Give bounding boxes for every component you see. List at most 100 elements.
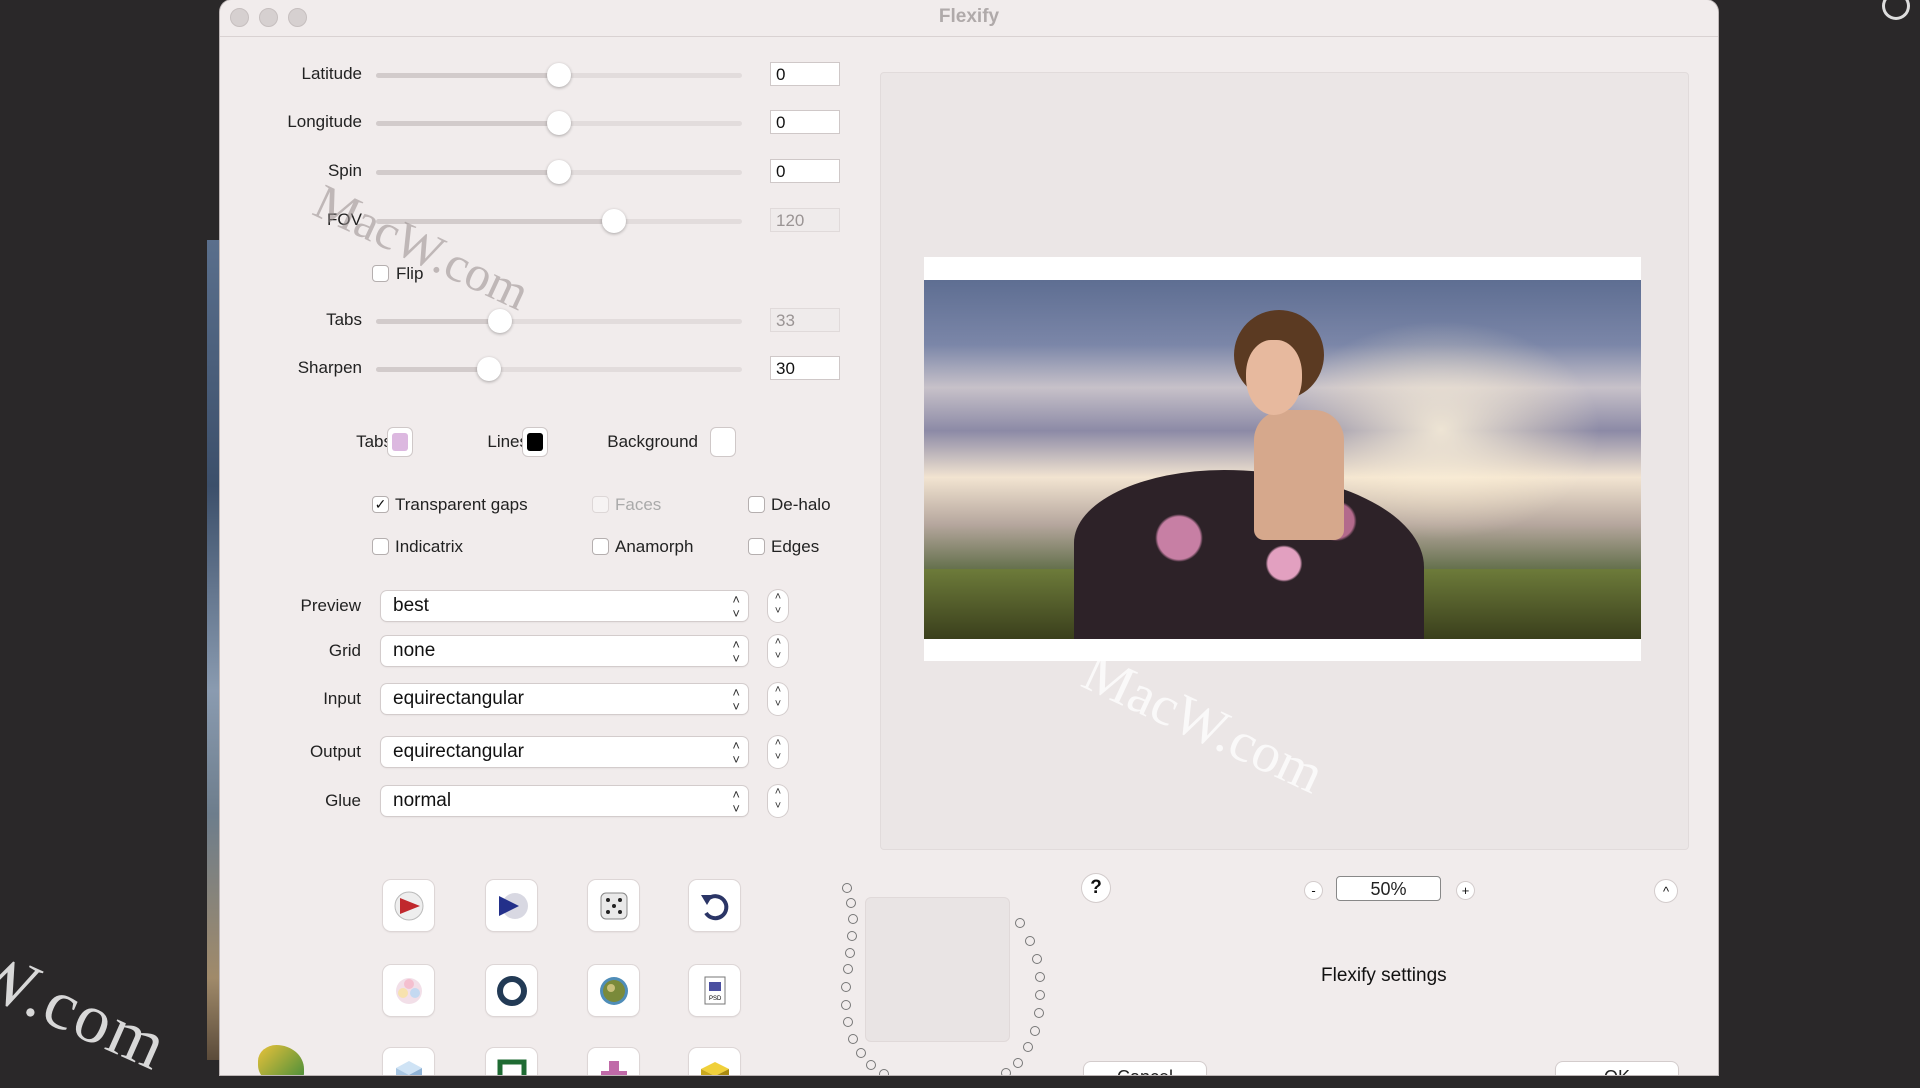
red-play-arrow-icon[interactable]	[383, 880, 434, 931]
arc-dot	[1034, 1008, 1044, 1018]
grid-stepper[interactable]: ˄ ˅	[768, 635, 788, 667]
collapse-button[interactable]: ^	[1655, 880, 1677, 902]
lines-color-swatch	[527, 433, 543, 451]
chevron-updown-icon: ˄ ˅	[732, 637, 740, 666]
de-halo-checkbox[interactable]	[748, 496, 765, 513]
faces-checkbox	[592, 496, 609, 513]
output-select-value: equirectangular	[393, 741, 524, 762]
longitude-label: Longitude	[287, 112, 362, 131]
lines-color-label: Lines	[487, 432, 528, 451]
output-select[interactable]: equirectangular ˄ ˅	[381, 737, 748, 767]
spin-slider[interactable]	[376, 160, 742, 184]
background-color-label: Background	[607, 432, 698, 451]
controls-watermark: MacW.com	[305, 172, 539, 321]
undo-arrow-icon[interactable]	[689, 880, 740, 931]
cancel-button[interactable]: Cancel	[1084, 1062, 1206, 1075]
title-bar: Flexify	[220, 0, 1718, 37]
flexify-window: Flexify Latitude 0 Longitude 0 Spin 0 FOV 120 Ta…	[220, 0, 1718, 1075]
indicatrix-checkbox[interactable]	[372, 538, 389, 555]
blue-play-disc-icon[interactable]	[486, 880, 537, 931]
indicatrix-label: Indicatrix	[395, 537, 464, 556]
arc-dot	[841, 1000, 851, 1010]
tabs-slider[interactable]	[376, 309, 742, 333]
tabs-color-well[interactable]	[388, 428, 412, 456]
edges-checkbox[interactable]	[748, 538, 765, 555]
arc-dot	[843, 1017, 853, 1027]
ring-icon[interactable]	[486, 965, 537, 1016]
arc-dot	[841, 982, 851, 992]
spin-label: Spin	[327, 161, 362, 180]
zoom-in-button[interactable]: +	[1457, 882, 1474, 899]
anamorph-checkbox[interactable]	[592, 538, 609, 555]
yellow-brick-icon[interactable]	[689, 1048, 740, 1075]
arc-dot	[1032, 954, 1042, 964]
zoom-out-button[interactable]: -	[1305, 882, 1322, 899]
fov-slider-knob[interactable]	[601, 209, 626, 233]
chevron-updown-icon: ˄ ˅	[732, 685, 740, 714]
input-stepper[interactable]: ˄ ˅	[768, 683, 788, 715]
green-frame-icon[interactable]	[486, 1048, 537, 1075]
arc-dot	[1030, 1026, 1040, 1036]
glue-select[interactable]: normal ˄ ˅	[381, 786, 748, 816]
globe-planet-icon[interactable]	[588, 965, 639, 1016]
preview-image	[924, 280, 1641, 639]
lines-color-well[interactable]	[523, 428, 547, 456]
psd-file-icon[interactable]: PSD	[689, 965, 740, 1016]
dice-icon[interactable]	[588, 880, 639, 931]
spin-value-field[interactable]: 0	[770, 159, 840, 183]
fov-label: FOV	[327, 210, 362, 229]
transparent-gaps-checkbox[interactable]: ✓	[372, 496, 389, 513]
pink-puzzle-icon[interactable]	[588, 1048, 639, 1075]
grid-select-value: none	[393, 640, 436, 661]
output-stepper[interactable]: ˄ ˅	[768, 736, 788, 768]
arc-dot	[845, 948, 855, 958]
navigator-thumbnail[interactable]	[865, 897, 1010, 1042]
preview-stepper[interactable]: ˄ ˅	[768, 590, 788, 622]
arc-dot	[848, 914, 858, 924]
input-label: Input	[323, 689, 361, 708]
background-photo-edge	[207, 240, 221, 1060]
arc-dot	[1035, 990, 1045, 1000]
de-halo-label: De-halo	[771, 495, 831, 514]
color-wheel-icon[interactable]	[383, 965, 434, 1016]
latitude-value-field[interactable]: 0	[770, 62, 840, 86]
preview-label: Preview	[300, 596, 361, 615]
arc-dot	[1023, 1042, 1033, 1052]
preview-select-value: best	[393, 595, 429, 616]
background-color-well[interactable]	[711, 428, 735, 456]
sharpen-value-field[interactable]: 30	[770, 356, 840, 380]
fov-slider[interactable]	[376, 209, 742, 233]
arc-dot	[1025, 936, 1035, 946]
latitude-slider[interactable]	[376, 63, 742, 87]
glue-select-value: normal	[393, 790, 452, 811]
latitude-slider-knob[interactable]	[547, 63, 571, 87]
tabs-color-swatch	[392, 433, 408, 451]
transparent-gaps-label: Transparent gaps	[395, 495, 528, 514]
longitude-value-field[interactable]: 0	[770, 110, 840, 134]
input-select[interactable]: equirectangular ˄ ˅	[381, 684, 748, 714]
flip-checkbox[interactable]	[372, 265, 389, 282]
longitude-slider[interactable]	[376, 111, 742, 135]
arc-dot	[1035, 972, 1045, 982]
tabs-color-label: Tabs	[356, 432, 392, 451]
sharpen-slider-knob[interactable]	[477, 357, 502, 381]
help-button[interactable]: ?	[1082, 874, 1110, 902]
sharpen-label: Sharpen	[297, 358, 362, 377]
preview-select[interactable]: best ˄ ˅	[381, 591, 748, 621]
anamorph-label: Anamorph	[615, 537, 694, 556]
glue-stepper[interactable]: ˄ ˅	[768, 785, 788, 817]
sharpen-slider[interactable]	[376, 357, 742, 381]
flexify-settings-label: Flexify settings	[1321, 965, 1447, 986]
ok-button[interactable]: OK	[1556, 1062, 1678, 1075]
arc-dot	[846, 898, 856, 908]
zoom-level-field[interactable]: 50%	[1336, 876, 1441, 901]
tabs-slider-knob[interactable]	[488, 309, 513, 333]
longitude-slider-knob[interactable]	[547, 111, 571, 135]
flexify-logo-icon	[258, 1045, 304, 1075]
background-color-swatch	[715, 433, 731, 451]
spin-slider-knob[interactable]	[547, 160, 571, 184]
edges-label: Edges	[771, 537, 820, 556]
cube-icon[interactable]	[383, 1048, 434, 1075]
grid-select[interactable]: none ˄ ˅	[381, 636, 748, 666]
arc-dot	[866, 1060, 876, 1070]
